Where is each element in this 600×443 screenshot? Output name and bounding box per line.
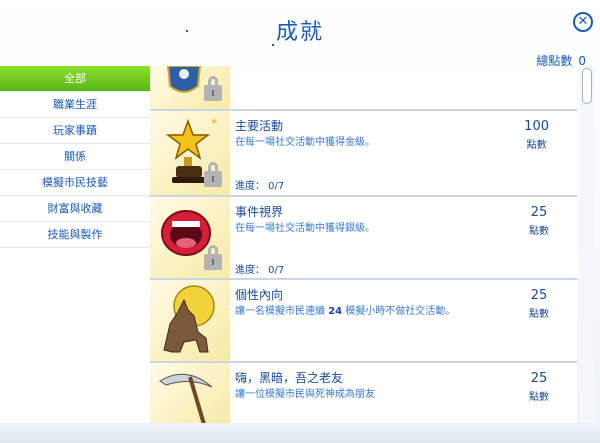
points-unit: 點數 bbox=[529, 309, 549, 320]
achievement-list: ✦ 主要活動 在每一場社交活動中獲得金級。 進度： 0/7 100 點數 事件視… bbox=[150, 66, 577, 423]
points-value: 25 bbox=[530, 288, 548, 303]
achievement-description: 讓一名模擬市民連續 24 模擬小時不做社交活動。 bbox=[235, 302, 455, 317]
description-text: 模擬小時不做社交活動。 bbox=[342, 306, 456, 317]
description-highlight: 24 bbox=[328, 306, 343, 317]
achievement-thumbnail bbox=[150, 363, 230, 423]
sidebar-item-career[interactable]: 職業生涯 bbox=[0, 92, 150, 118]
sidebar-item-relationships[interactable]: 關係 bbox=[0, 144, 150, 170]
achievement-progress: 進度： 0/7 bbox=[235, 265, 285, 276]
close-button[interactable]: ✕ bbox=[573, 12, 593, 32]
achievement-row[interactable]: ✦ 主要活動 在每一場社交活動中獲得金級。 進度： 0/7 100 點數 bbox=[150, 111, 577, 197]
achievement-description: 在每一場社交活動中獲得金級。 bbox=[235, 137, 375, 148]
page-title: 成就 bbox=[275, 20, 324, 45]
sidebar-item-all[interactable]: 全部 bbox=[0, 66, 150, 92]
decoration-dot bbox=[186, 30, 188, 32]
achievement-name: 個性內向 bbox=[235, 288, 284, 302]
achievement-progress: 進度： 0/7 bbox=[235, 181, 285, 192]
achievement-name: 事件視界 bbox=[235, 205, 284, 219]
points-value: 25 bbox=[530, 371, 548, 386]
category-sidebar: 全部 職業生涯 玩家事蹟 關係 模擬市民技藝 財富與收藏 技能與製作 bbox=[0, 66, 150, 443]
sidebar-item-player-feats[interactable]: 玩家事蹟 bbox=[0, 118, 150, 144]
achievement-description: 在每一場社交活動中獲得銀級。 bbox=[235, 223, 375, 234]
achievement-points: 100 點數 bbox=[524, 119, 549, 151]
points-unit: 點數 bbox=[529, 392, 549, 403]
points-unit: 點數 bbox=[526, 140, 547, 151]
achievement-row[interactable]: 個性內向 讓一名模擬市民連續 24 模擬小時不做社交活動。 25 點數 bbox=[150, 280, 577, 363]
points-value: 100 bbox=[524, 119, 549, 134]
achievement-row[interactable]: 事件視界 在每一場社交活動中獲得銀級。 進度： 0/7 25 點數 bbox=[150, 197, 577, 280]
scrollbar[interactable] bbox=[580, 66, 594, 423]
achievement-row[interactable]: 嗨，黑暗，吾之老友 讓一位模擬市民與死神成為朋友 25 點數 bbox=[150, 363, 577, 423]
achievement-thumbnail bbox=[150, 197, 230, 278]
lock-icon bbox=[204, 245, 222, 270]
points-unit: 點數 bbox=[529, 226, 549, 237]
achievements-window: 成就 ✕ 總點數 0 全部 職業生涯 玩家事蹟 關係 模擬市民技藝 財富與收藏 技… bbox=[0, 0, 600, 443]
svg-text:✦: ✦ bbox=[210, 117, 218, 128]
achievement-name: 嗨，黑暗，吾之老友 bbox=[235, 371, 344, 385]
achievement-points: 25 點數 bbox=[529, 288, 549, 320]
achievement-thumbnail: ✦ bbox=[150, 111, 230, 195]
achievement-name: 主要活動 bbox=[235, 119, 284, 133]
scythe-icon bbox=[159, 373, 213, 423]
sidebar-item-wealth-collections[interactable]: 財富與收藏 bbox=[0, 196, 150, 222]
howling-wolf-icon bbox=[163, 285, 215, 353]
sidebar-item-skills-crafting[interactable]: 技能與製作 bbox=[0, 222, 150, 248]
achievement-points: 25 點數 bbox=[529, 371, 549, 403]
bottom-bar bbox=[0, 423, 600, 443]
decoration-dot bbox=[272, 44, 274, 46]
achievement-thumbnail bbox=[150, 66, 230, 109]
points-value: 25 bbox=[530, 205, 548, 220]
achievement-row[interactable] bbox=[150, 66, 577, 111]
close-icon: ✕ bbox=[577, 14, 589, 29]
description-text: 讓一名模擬市民連續 bbox=[235, 306, 329, 317]
achievement-points: 25 點數 bbox=[529, 205, 549, 237]
lock-icon bbox=[204, 76, 222, 101]
achievement-thumbnail bbox=[150, 280, 230, 361]
achievement-description: 讓一位模擬市民與死神成為朋友 bbox=[235, 389, 375, 400]
sidebar-item-sim-skills[interactable]: 模擬市民技藝 bbox=[0, 170, 150, 196]
scrollbar-thumb[interactable] bbox=[582, 68, 592, 104]
lock-icon bbox=[204, 162, 222, 187]
